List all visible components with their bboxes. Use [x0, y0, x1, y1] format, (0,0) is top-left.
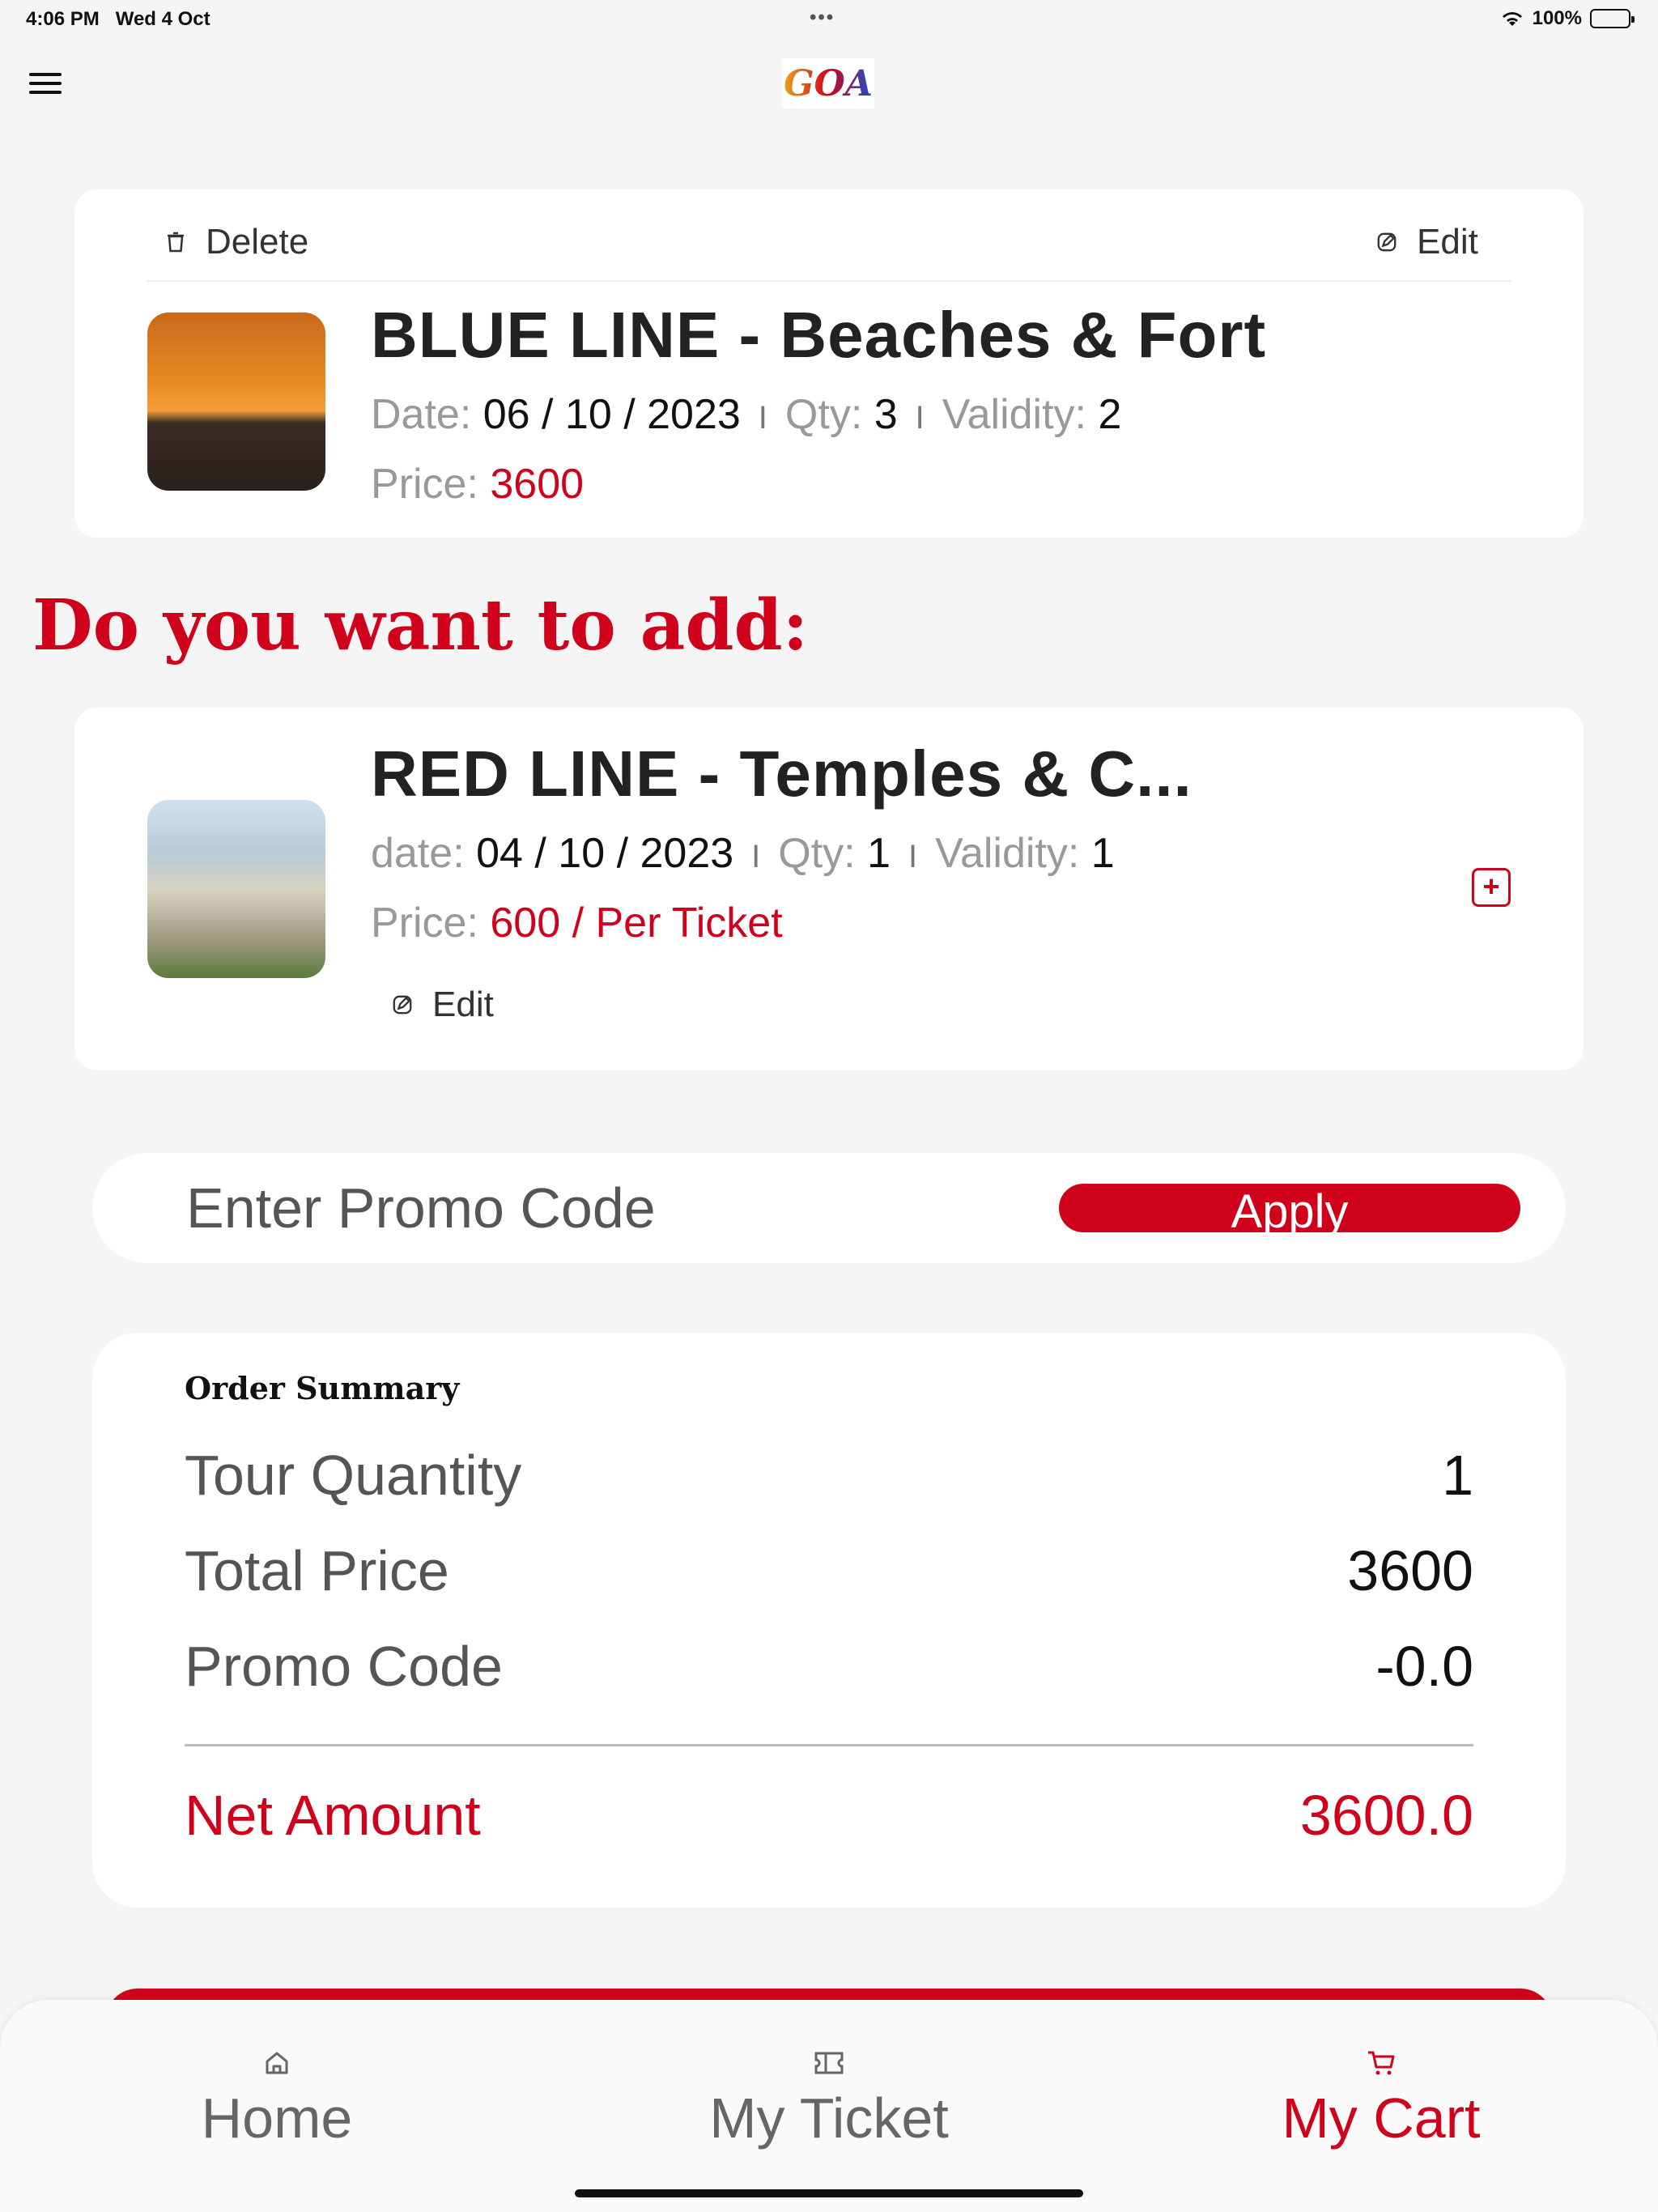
summary-row-net: Net Amount 3600.0 — [185, 1784, 1473, 1847]
promo-code-bar: Apply — [92, 1153, 1566, 1263]
tab-my-cart[interactable]: My Cart — [1219, 2045, 1543, 2150]
tab-my-ticket[interactable]: My Ticket — [667, 2045, 991, 2150]
status-time: 4:06 PM Wed 4 Oct — [26, 8, 210, 30]
status-right: 100% — [1500, 7, 1635, 30]
suggest-price: Price: 600 / Per Ticket — [371, 900, 783, 946]
card-divider — [147, 280, 1511, 282]
tour-meta: Date: 06 / 10 / 2023 I Qty: 3 I Validity: 2 — [371, 391, 1122, 438]
suggest-title: RED LINE - Temples & C... — [371, 738, 1192, 810]
tab-home[interactable]: Home — [115, 2045, 439, 2150]
trash-icon — [168, 232, 184, 253]
summary-divider — [185, 1744, 1473, 1746]
order-summary-title: Order Summary — [185, 1370, 460, 1406]
order-summary: Order Summary Tour Quantity 1 Total Price… — [92, 1333, 1566, 1908]
ticket-icon — [814, 2052, 844, 2074]
apply-button[interactable]: Apply — [1059, 1184, 1520, 1232]
promo-code-input[interactable] — [186, 1176, 1036, 1240]
home-indicator — [575, 2189, 1083, 2197]
summary-row-promo: Promo Code -0.0 — [185, 1635, 1473, 1698]
delete-button[interactable]: Delete — [165, 222, 308, 262]
multitasking-dots[interactable]: ••• — [810, 6, 835, 29]
suggest-item-card: RED LINE - Temples & C... date: 04 / 10 … — [74, 708, 1584, 1070]
cart-icon — [1368, 2051, 1395, 2075]
edit-label: Edit — [1417, 222, 1478, 262]
tour-price: Price: 3600 — [371, 461, 585, 508]
add-to-cart-button[interactable]: + — [1472, 868, 1511, 907]
summary-row-quantity: Tour Quantity 1 — [185, 1444, 1473, 1507]
app-logo: GOA — [782, 58, 874, 108]
summary-row-total: Total Price 3600 — [185, 1539, 1473, 1602]
home-icon — [266, 2052, 288, 2074]
edit-icon — [393, 995, 412, 1015]
bottom-tab-bar: Home My Ticket My Cart — [0, 2000, 1658, 2212]
suggest-meta: date: 04 / 10 / 2023 I Qty: 1 I Validity: 1 — [371, 830, 1115, 877]
delete-label: Delete — [206, 222, 309, 262]
status-bar: 4:06 PM Wed 4 Oct ••• 100% — [0, 0, 1658, 39]
tour-title: BLUE LINE - Beaches & Fort — [371, 299, 1267, 371]
tour-thumbnail — [147, 313, 325, 491]
menu-icon[interactable] — [29, 73, 62, 97]
edit-label: Edit — [432, 985, 494, 1024]
suggest-heading: Do you want to add: — [32, 585, 809, 666]
edit-icon — [1377, 232, 1397, 252]
wifi-icon — [1502, 12, 1522, 26]
suggest-edit-button[interactable]: Edit — [392, 985, 494, 1025]
cart-item-card: Delete Edit BLUE LINE - Beaches & Fort D… — [74, 189, 1584, 538]
battery-percent: 100% — [1532, 7, 1582, 29]
battery-icon — [1590, 9, 1635, 28]
suggest-thumbnail — [147, 800, 325, 978]
edit-button[interactable]: Edit — [1376, 222, 1478, 262]
